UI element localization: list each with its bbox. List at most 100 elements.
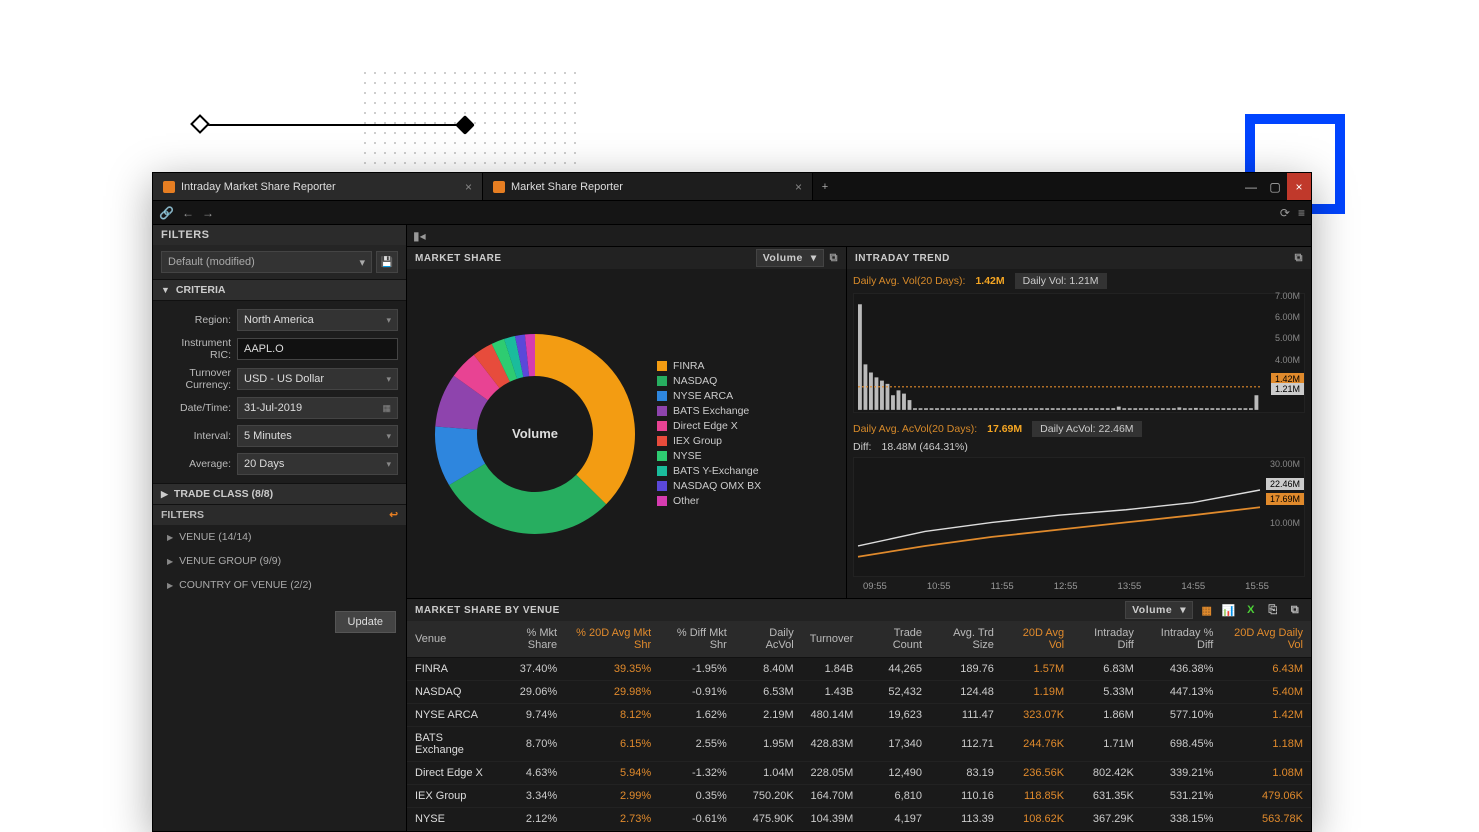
- grid-view-icon[interactable]: ▦: [1199, 602, 1215, 618]
- reset-icon[interactable]: ↩: [389, 509, 398, 521]
- table-cell: 4.63%: [494, 762, 565, 785]
- swatch: [657, 406, 667, 416]
- tab-market-share-reporter[interactable]: Market Share Reporter ×: [483, 173, 813, 200]
- venues-table: Venue% Mkt Share% 20D Avg Mkt Shr% Diff …: [407, 621, 1311, 831]
- column-header[interactable]: 20D Avg Daily Vol: [1221, 621, 1311, 658]
- chevron-down-icon: ▾: [386, 374, 391, 385]
- column-header[interactable]: Trade Count: [861, 621, 930, 658]
- popout-icon[interactable]: ⧉: [830, 252, 838, 265]
- caret-down-icon: ▼: [161, 285, 170, 295]
- menu-icon[interactable]: ≡: [1298, 206, 1305, 220]
- table-cell: 802.42K: [1072, 762, 1142, 785]
- legend-label: Other: [673, 495, 699, 507]
- table-scroll[interactable]: Venue% Mkt Share% 20D Avg Mkt Shr% Diff …: [407, 621, 1311, 831]
- column-header[interactable]: Turnover: [802, 621, 862, 658]
- table-cell: 475.90K: [735, 808, 802, 831]
- trade-class-header[interactable]: ▶ TRADE CLASS (8/8): [153, 483, 406, 505]
- table-cell: 447.13%: [1142, 681, 1222, 704]
- preset-select[interactable]: Default (modified) ▾: [161, 251, 372, 273]
- link-icon[interactable]: 🔗: [159, 206, 174, 220]
- legend-label: BATS Y-Exchange: [673, 465, 759, 477]
- table-cell: 1.84B: [802, 658, 862, 681]
- table-row[interactable]: NYSE ARCA9.74%8.12%1.62%2.19M480.14M19,6…: [407, 704, 1311, 727]
- x-tick: 11:55: [991, 581, 1014, 592]
- interval-label: Interval:: [161, 430, 231, 442]
- caret-right-icon: ▶: [167, 533, 173, 542]
- column-header[interactable]: Venue: [407, 621, 494, 658]
- chart-view-icon[interactable]: 📊: [1221, 602, 1237, 618]
- interval-select[interactable]: 5 Minutes ▾: [237, 425, 398, 447]
- interval-value: 5 Minutes: [244, 430, 292, 442]
- table-cell: -0.61%: [659, 808, 735, 831]
- minimize-button[interactable]: —: [1239, 173, 1263, 200]
- region-select[interactable]: North America ▾: [237, 309, 398, 331]
- avg-vol-label: Daily Avg. Vol(20 Days):: [853, 275, 965, 287]
- table-cell: 112.71: [930, 727, 1002, 762]
- filters-sidebar: FILTERS Default (modified) ▾ 💾 ▼ CRITERI…: [153, 225, 407, 831]
- forward-icon[interactable]: →: [202, 206, 214, 220]
- add-tab-button[interactable]: +: [813, 173, 837, 200]
- legend-item: BATS Y-Exchange: [657, 465, 761, 477]
- layout-toggle-icon[interactable]: ▮◂: [413, 229, 426, 243]
- column-header[interactable]: % Mkt Share: [494, 621, 565, 658]
- update-button[interactable]: Update: [335, 611, 396, 633]
- daily-vol-value: 1.21M: [1069, 275, 1098, 287]
- table-row[interactable]: IEX Group3.34%2.99%0.35%750.20K164.70M6,…: [407, 785, 1311, 808]
- average-select[interactable]: 20 Days ▾: [237, 453, 398, 475]
- table-metric-select[interactable]: Volume ▾: [1125, 601, 1193, 619]
- table-cell: 323.07K: [1002, 704, 1072, 727]
- diff-label: Diff:: [853, 441, 871, 453]
- currency-select[interactable]: USD - US Dollar ▾: [237, 368, 398, 390]
- table-cell: 8.40M: [735, 658, 802, 681]
- popout-icon[interactable]: ⧉: [1295, 252, 1303, 265]
- save-preset-button[interactable]: 💾: [376, 251, 398, 273]
- close-icon[interactable]: ×: [465, 180, 472, 194]
- column-header[interactable]: 20D Avg Vol: [1002, 621, 1072, 658]
- copy-icon[interactable]: ⎘: [1265, 602, 1281, 618]
- table-row[interactable]: NASDAQ29.06%29.98%-0.91%6.53M1.43B52,432…: [407, 681, 1311, 704]
- swatch: [657, 391, 667, 401]
- column-header[interactable]: Intraday % Diff: [1142, 621, 1222, 658]
- filter-subitem[interactable]: ▶VENUE (14/14): [153, 525, 406, 549]
- column-header[interactable]: % 20D Avg Mkt Shr: [565, 621, 659, 658]
- table-row[interactable]: FINRA37.40%39.35%-1.95%8.40M1.84B44,2651…: [407, 658, 1311, 681]
- app-icon: [163, 181, 175, 193]
- table-row[interactable]: BATS Exchange8.70%6.15%2.55%1.95M428.83M…: [407, 727, 1311, 762]
- table-cell: 6,810: [861, 785, 930, 808]
- table-cell: 19,623: [861, 704, 930, 727]
- average-value: 20 Days: [244, 458, 284, 470]
- filter-subitem[interactable]: ▶VENUE GROUP (9/9): [153, 549, 406, 573]
- refresh-icon[interactable]: ⟳: [1280, 206, 1290, 220]
- close-button[interactable]: ×: [1287, 173, 1311, 200]
- criteria-header[interactable]: ▼ CRITERIA: [153, 279, 406, 301]
- column-header[interactable]: Daily AcVol: [735, 621, 802, 658]
- datetime-input[interactable]: 31-Jul-2019 ▦: [237, 397, 398, 419]
- filter-subitem[interactable]: ▶COUNTRY OF VENUE (2/2): [153, 573, 406, 597]
- ric-input[interactable]: AAPL.O: [237, 338, 398, 360]
- close-icon[interactable]: ×: [795, 180, 802, 194]
- column-header[interactable]: Intraday Diff: [1072, 621, 1142, 658]
- x-tick: 09:55: [863, 581, 887, 592]
- column-header[interactable]: Avg. Trd Size: [930, 621, 1002, 658]
- table-row[interactable]: NYSE2.12%2.73%-0.61%475.90K104.39M4,1971…: [407, 808, 1311, 831]
- table-cell: 428.83M: [802, 727, 862, 762]
- chevron-down-icon: ▾: [386, 459, 391, 470]
- legend-item: Other: [657, 495, 761, 507]
- back-icon[interactable]: ←: [182, 206, 194, 220]
- region-label: Region:: [161, 314, 231, 326]
- datetime-value: 31-Jul-2019: [244, 402, 302, 414]
- swatch: [657, 496, 667, 506]
- table-cell: 44,265: [861, 658, 930, 681]
- main-area: ▮◂ MARKET SHARE Volume ▾ ⧉: [407, 225, 1311, 831]
- maximize-button[interactable]: ▢: [1263, 173, 1287, 200]
- popout-icon[interactable]: ⧉: [1287, 602, 1303, 618]
- table-cell: 1.95M: [735, 727, 802, 762]
- table-cell: 2.55%: [659, 727, 735, 762]
- tab-intraday-reporter[interactable]: Intraday Market Share Reporter ×: [153, 173, 483, 200]
- table-cell: 17,340: [861, 727, 930, 762]
- excel-export-icon[interactable]: X: [1243, 602, 1259, 618]
- table-cell: -1.32%: [659, 762, 735, 785]
- metric-select[interactable]: Volume ▾: [756, 249, 824, 267]
- column-header[interactable]: % Diff Mkt Shr: [659, 621, 735, 658]
- table-row[interactable]: Direct Edge X4.63%5.94%-1.32%1.04M228.05…: [407, 762, 1311, 785]
